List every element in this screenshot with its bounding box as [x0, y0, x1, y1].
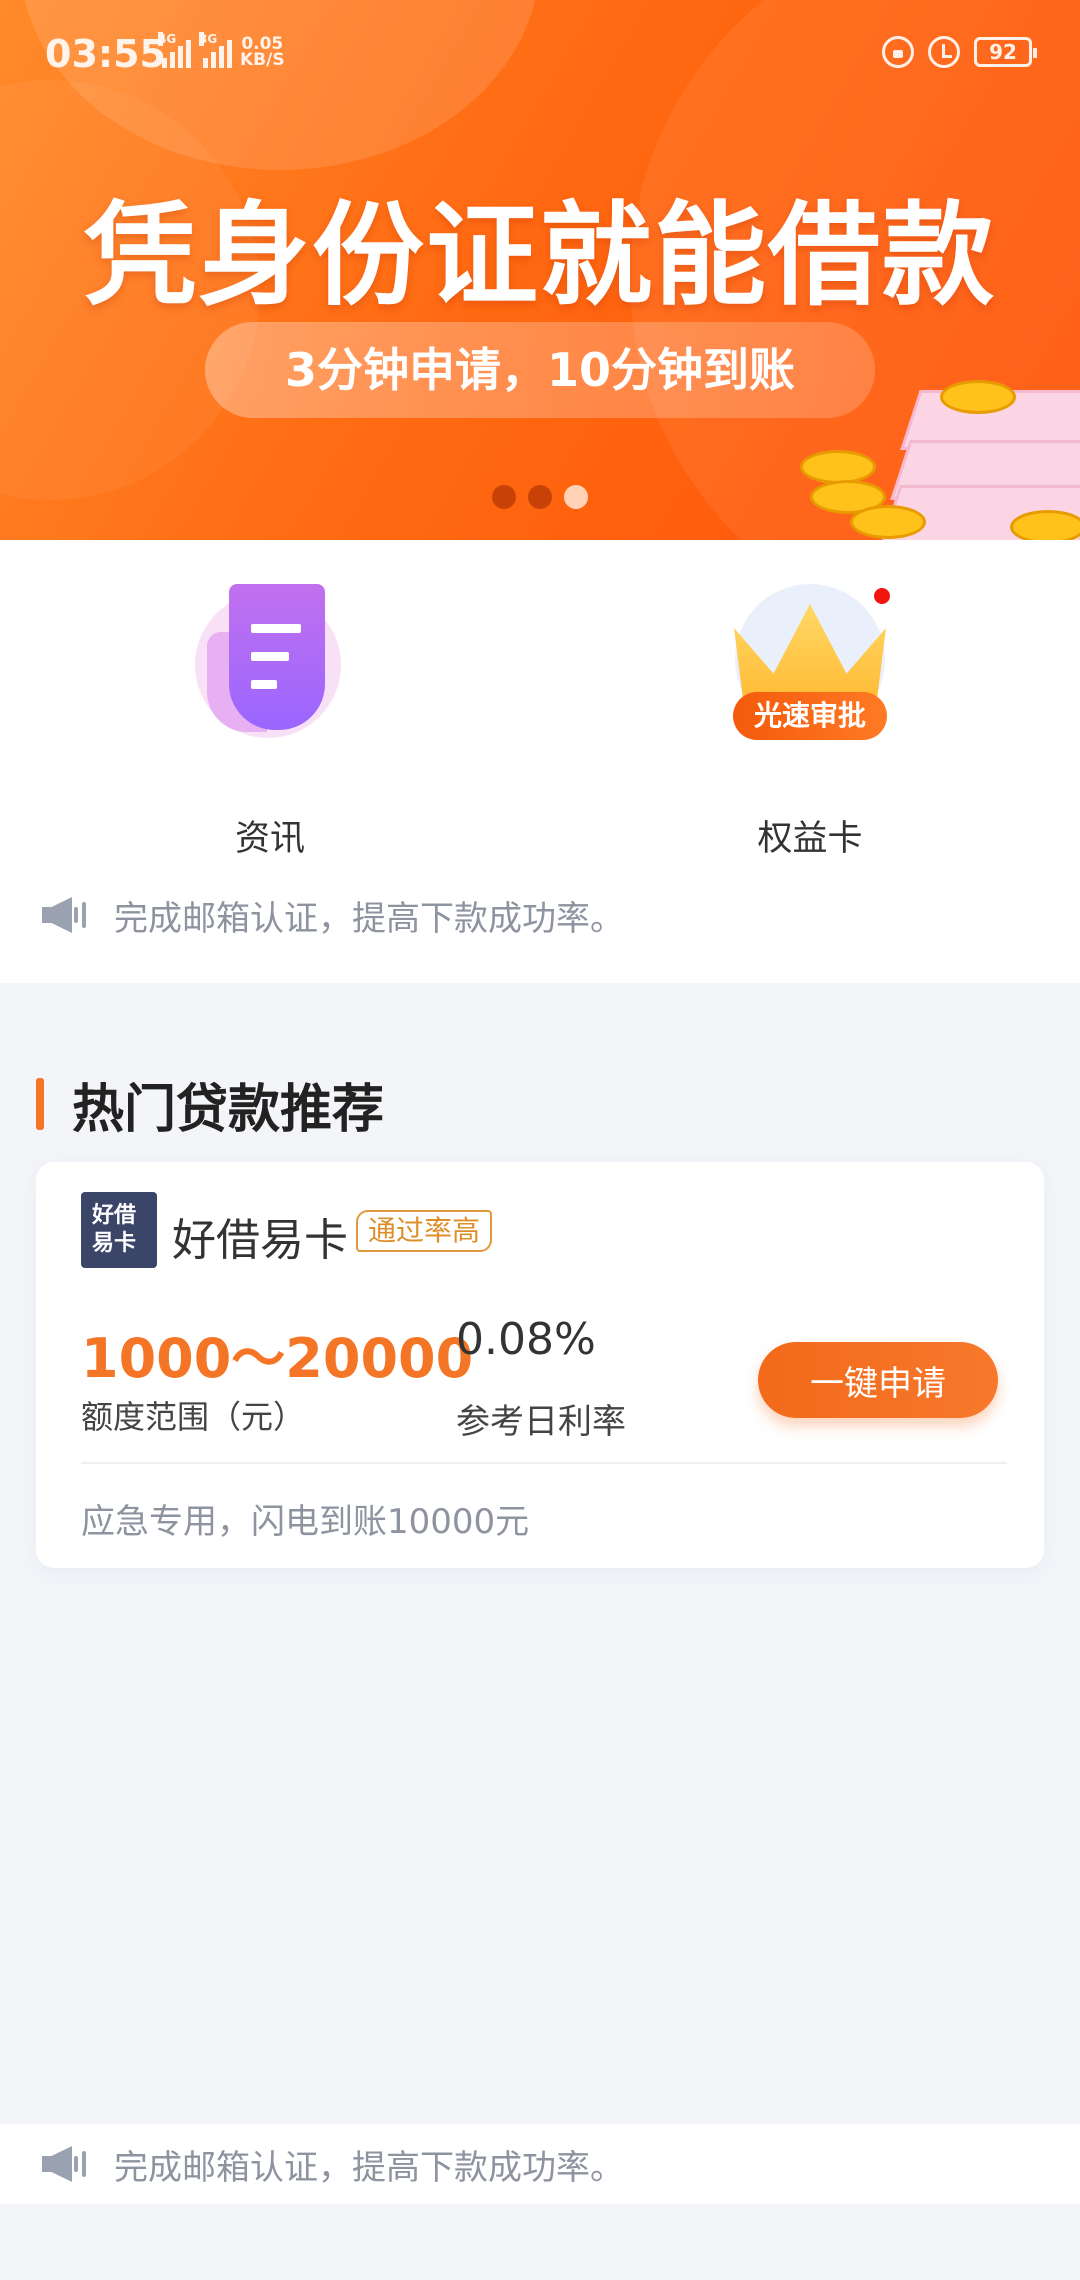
daily-rate: 0.08%: [456, 1314, 596, 1365]
divider: [81, 1462, 1007, 1464]
status-bar: 03:55 4G 3G 0.05 KB/S 92: [0, 0, 1080, 110]
money-illustration: [800, 370, 1080, 540]
notice-text: 完成邮箱认证，提高下款成功率。: [114, 2147, 624, 2188]
quick-entry-section: 资讯 光速审批 权益卡 完成邮箱认证，提高下款成功率。: [0, 540, 1080, 983]
unread-dot: [872, 586, 892, 606]
entry-rights-label: 权益卡: [757, 819, 863, 859]
fast-approval-badge: 光速审批: [733, 692, 887, 740]
section-title: 热门贷款推荐: [36, 1074, 384, 1140]
speaker-icon: [42, 897, 88, 933]
entry-news[interactable]: 资讯: [180, 584, 360, 859]
notice-text: 完成邮箱认证，提高下款成功率。: [114, 898, 624, 939]
apply-button[interactable]: 一键申请: [758, 1342, 998, 1418]
product-name: 好借易卡: [172, 1215, 348, 1266]
loan-amount-range: 1000～20000: [81, 1327, 474, 1390]
entry-news-label: 资讯: [234, 819, 305, 859]
signal-icon: 3G: [199, 32, 232, 68]
notice-bar[interactable]: 完成邮箱认证，提高下款成功率。: [0, 875, 1080, 955]
product-tag: 通过率高: [356, 1210, 493, 1252]
banner-pagination: [492, 485, 588, 509]
product-logo: 好借 易卡: [81, 1192, 157, 1268]
crown-icon: 光速审批: [730, 584, 892, 754]
daily-rate-label: 参考日利率: [456, 1402, 626, 1442]
lock-icon: [882, 36, 914, 68]
bottom-notice-bar[interactable]: 完成邮箱认证，提高下款成功率。: [0, 2124, 1080, 2204]
product-description: 应急专用，闪电到账10000元: [81, 1502, 530, 1542]
promo-banner[interactable]: 03:55 4G 3G 0.05 KB/S 92 凭身份证就能借款 3分钟申请，…: [0, 0, 1080, 540]
signal-icon: 4G: [158, 32, 191, 68]
entry-rights-card[interactable]: 光速审批 权益卡: [720, 584, 900, 859]
document-icon: [195, 584, 345, 738]
status-time: 03:55: [45, 32, 166, 76]
network-speed: 0.05 KB/S: [240, 34, 285, 70]
loan-card[interactable]: 好借 易卡 好借易卡 通过率高 1000～20000 额度范围（元） 0.08%…: [36, 1162, 1044, 1568]
pagination-dot-active[interactable]: [564, 485, 588, 509]
pagination-dot[interactable]: [492, 485, 516, 509]
alarm-icon: [928, 36, 960, 68]
loan-amount-label: 额度范围（元）: [81, 1398, 306, 1436]
speaker-icon: [42, 2146, 88, 2182]
battery-icon: 92: [974, 37, 1037, 67]
banner-subtitle: 3分钟申请，10分钟到账: [205, 322, 875, 418]
network-indicators: 4G 3G 0.05 KB/S: [158, 32, 285, 70]
banner-title: 凭身份证就能借款: [84, 191, 996, 321]
pagination-dot[interactable]: [528, 485, 552, 509]
